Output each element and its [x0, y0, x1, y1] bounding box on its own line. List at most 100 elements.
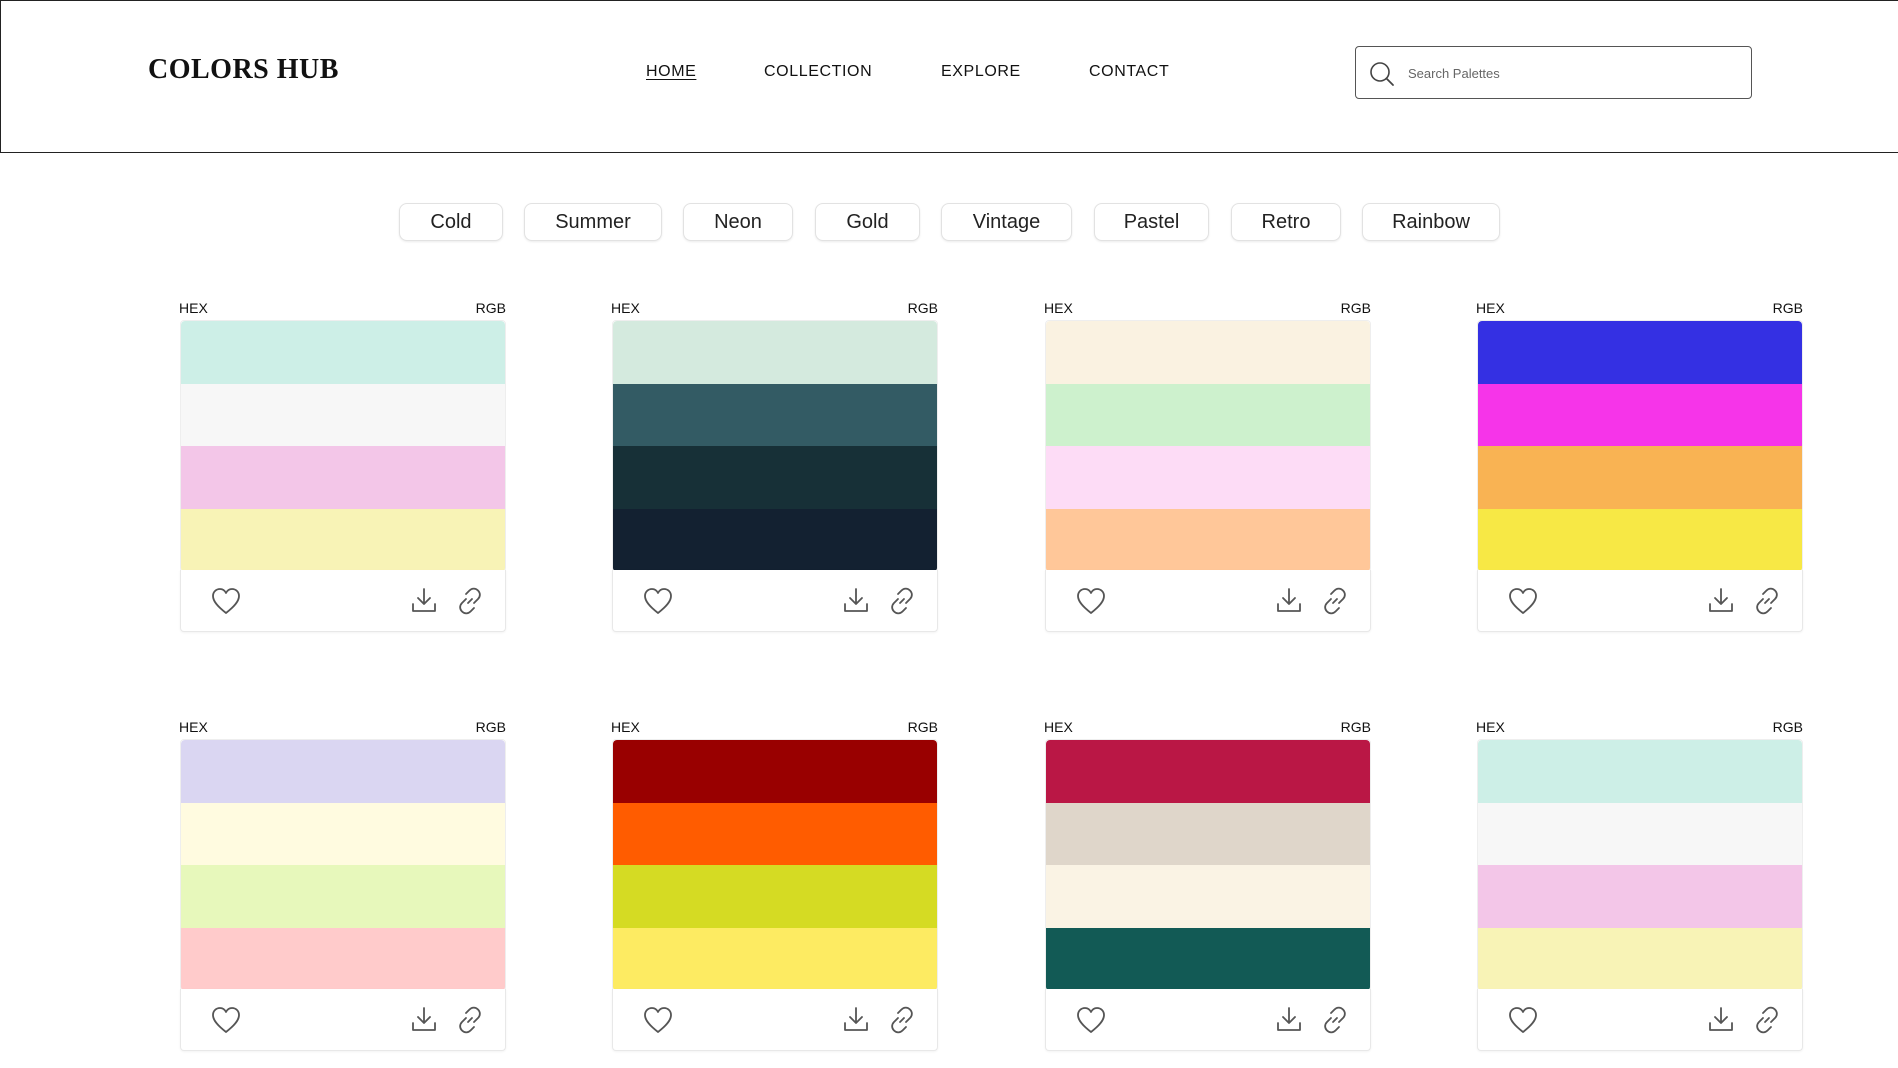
color-swatch[interactable]	[1478, 383, 1802, 446]
hex-label[interactable]: HEX	[1476, 719, 1505, 735]
tag-neon[interactable]: Neon	[683, 203, 793, 241]
tag-cold[interactable]: Cold	[399, 203, 503, 241]
rgb-label[interactable]: RGB	[1773, 719, 1803, 735]
hex-label[interactable]: HEX	[179, 719, 208, 735]
link-icon[interactable]	[887, 1005, 917, 1035]
tag-summer[interactable]: Summer	[524, 203, 662, 241]
color-swatch[interactable]	[1046, 865, 1370, 928]
heart-icon[interactable]	[1508, 1006, 1538, 1034]
tag-retro[interactable]: Retro	[1231, 203, 1341, 241]
hex-label[interactable]: HEX	[179, 300, 208, 316]
color-swatch[interactable]	[1478, 802, 1802, 865]
heart-icon[interactable]	[211, 587, 241, 615]
download-icon[interactable]	[409, 586, 439, 616]
color-swatch[interactable]	[1046, 446, 1370, 509]
hex-label[interactable]: HEX	[611, 719, 640, 735]
color-swatch[interactable]	[613, 740, 937, 803]
tag-gold[interactable]: Gold	[815, 203, 920, 241]
heart-icon[interactable]	[643, 587, 673, 615]
color-swatch[interactable]	[1046, 927, 1370, 990]
heart-icon[interactable]	[211, 1006, 241, 1034]
hex-label[interactable]: HEX	[1476, 300, 1505, 316]
heart-icon[interactable]	[1076, 587, 1106, 615]
site-logo[interactable]: COLORS HUB	[148, 54, 339, 86]
palette-card: HEX RGB	[1044, 719, 1371, 1051]
palette-actions	[180, 570, 506, 632]
color-swatch[interactable]	[1046, 321, 1370, 384]
color-swatch[interactable]	[181, 802, 505, 865]
palette-card: HEX RGB	[179, 300, 506, 632]
site-header: COLORS HUB HOME COLLECTION EXPLORE CONTA…	[0, 0, 1898, 153]
rgb-label[interactable]: RGB	[908, 719, 938, 735]
tag-rainbow[interactable]: Rainbow	[1362, 203, 1500, 241]
heart-icon[interactable]	[1508, 587, 1538, 615]
link-icon[interactable]	[1320, 586, 1350, 616]
hex-label[interactable]: HEX	[1044, 719, 1073, 735]
palette-format-labels: HEX RGB	[1044, 300, 1371, 322]
color-swatch[interactable]	[613, 321, 937, 384]
color-swatch[interactable]	[1046, 383, 1370, 446]
color-swatch[interactable]	[613, 927, 937, 990]
color-swatch[interactable]	[1478, 508, 1802, 571]
download-icon[interactable]	[1706, 586, 1736, 616]
link-icon[interactable]	[1752, 1005, 1782, 1035]
hex-label[interactable]: HEX	[611, 300, 640, 316]
color-swatch[interactable]	[181, 446, 505, 509]
download-icon[interactable]	[841, 1005, 871, 1035]
color-swatch[interactable]	[1478, 446, 1802, 509]
color-swatch[interactable]	[613, 446, 937, 509]
download-icon[interactable]	[1274, 586, 1304, 616]
color-swatch[interactable]	[1478, 927, 1802, 990]
nav-collection-link[interactable]: COLLECTION	[764, 63, 872, 81]
link-icon[interactable]	[1752, 586, 1782, 616]
color-swatch[interactable]	[613, 508, 937, 571]
palette-swatches	[612, 320, 938, 572]
nav-contact-link[interactable]: CONTACT	[1089, 63, 1169, 81]
palette-swatches	[1045, 320, 1371, 572]
color-swatch[interactable]	[613, 865, 937, 928]
search-icon[interactable]	[1368, 60, 1396, 88]
link-icon[interactable]	[455, 586, 485, 616]
tag-vintage[interactable]: Vintage	[941, 203, 1072, 241]
search-input[interactable]	[1408, 61, 1738, 85]
color-swatch[interactable]	[181, 927, 505, 990]
color-swatch[interactable]	[613, 802, 937, 865]
color-swatch[interactable]	[181, 508, 505, 571]
rgb-label[interactable]: RGB	[476, 719, 506, 735]
link-icon[interactable]	[1320, 1005, 1350, 1035]
nav-explore-link[interactable]: EXPLORE	[941, 63, 1021, 81]
rgb-label[interactable]: RGB	[1341, 300, 1371, 316]
color-swatch[interactable]	[181, 383, 505, 446]
color-swatch[interactable]	[1046, 740, 1370, 803]
download-icon[interactable]	[1274, 1005, 1304, 1035]
color-swatch[interactable]	[1478, 321, 1802, 384]
rgb-label[interactable]: RGB	[476, 300, 506, 316]
palette-card: HEX RGB	[1476, 300, 1803, 632]
color-swatch[interactable]	[1046, 802, 1370, 865]
rgb-label[interactable]: RGB	[1773, 300, 1803, 316]
nav-home-link[interactable]: HOME	[646, 63, 696, 81]
tag-pastel[interactable]: Pastel	[1094, 203, 1209, 241]
palette-format-labels: HEX RGB	[179, 300, 506, 322]
link-icon[interactable]	[887, 586, 917, 616]
palette-actions	[180, 989, 506, 1051]
color-swatch[interactable]	[181, 865, 505, 928]
color-swatch[interactable]	[1478, 865, 1802, 928]
heart-icon[interactable]	[1076, 1006, 1106, 1034]
palette-actions	[1045, 989, 1371, 1051]
download-icon[interactable]	[841, 586, 871, 616]
rgb-label[interactable]: RGB	[908, 300, 938, 316]
link-icon[interactable]	[455, 1005, 485, 1035]
download-icon[interactable]	[409, 1005, 439, 1035]
color-swatch[interactable]	[181, 321, 505, 384]
color-swatch[interactable]	[1478, 740, 1802, 803]
download-icon[interactable]	[1706, 1005, 1736, 1035]
palette-actions	[1477, 570, 1803, 632]
palette-card: HEX RGB	[611, 719, 938, 1051]
color-swatch[interactable]	[1046, 508, 1370, 571]
color-swatch[interactable]	[181, 740, 505, 803]
color-swatch[interactable]	[613, 383, 937, 446]
heart-icon[interactable]	[643, 1006, 673, 1034]
rgb-label[interactable]: RGB	[1341, 719, 1371, 735]
hex-label[interactable]: HEX	[1044, 300, 1073, 316]
